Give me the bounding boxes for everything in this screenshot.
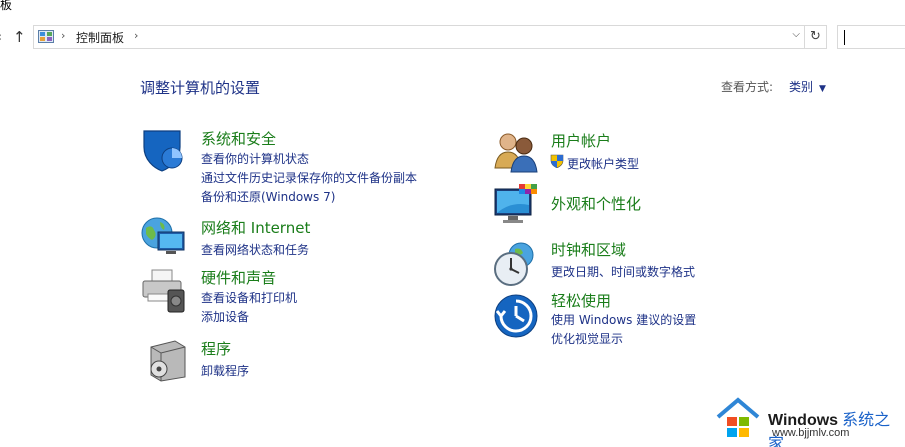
category-appearance[interactable]: 外观和个性化 [551,193,641,214]
shield-icon[interactable] [140,127,186,173]
category-clock-region[interactable]: 时钟和区域 [551,239,626,260]
category-hardware-sound[interactable]: 硬件和声音 [201,267,276,288]
category-network-internet[interactable]: 网络和 Internet [201,217,310,238]
view-by-value: 类别 [789,80,814,94]
up-arrow-icon[interactable]: ↑ [13,28,26,46]
breadcrumb-separator-icon[interactable]: › [134,29,138,42]
category-ease-of-access[interactable]: 轻松使用 [551,290,611,311]
link-view-computer-status[interactable]: 查看你的计算机状态 [201,150,309,167]
address-bar[interactable]: › 控制面板 › ⌵ [33,25,805,49]
chevron-down-icon[interactable]: ⌵ [792,29,800,40]
category-programs[interactable]: 程序 [201,338,231,359]
link-change-date-time-format[interactable]: 更改日期、时间或数字格式 [551,263,695,280]
monitor-palette-icon[interactable] [493,183,539,229]
printer-icon[interactable] [140,268,186,314]
link-add-device[interactable]: 添加设备 [201,308,249,325]
view-by-dropdown[interactable]: 类别 ▼ [789,78,826,95]
search-input[interactable] [837,25,905,49]
link-file-history[interactable]: 通过文件历史记录保存你的文件备份副本 [201,169,417,186]
ease-of-access-icon[interactable] [493,293,539,339]
programs-box-icon[interactable] [145,337,191,383]
house-windows-logo-icon [716,397,760,437]
link-uninstall-program[interactable]: 卸载程序 [201,362,249,379]
control-panel-icon [38,30,54,43]
text-caret [844,30,845,45]
link-change-account-type[interactable]: 更改帐户类型 [567,155,639,172]
uac-shield-icon [550,154,564,168]
watermark-url: www.bjjmlv.com [772,427,850,439]
link-network-status[interactable]: 查看网络状态和任务 [201,241,309,258]
window-title: 板 [0,0,13,12]
back-arrow-icon[interactable]: ‹ [0,30,2,45]
link-windows-recommended-settings[interactable]: 使用 Windows 建议的设置 [551,311,696,328]
page-title: 调整计算机的设置 [140,79,261,97]
refresh-icon[interactable]: ↻ [805,25,827,49]
link-optimize-visual-display[interactable]: 优化视觉显示 [551,330,623,347]
dropdown-arrow-icon: ▼ [819,84,826,94]
link-backup-restore[interactable]: 备份和还原(Windows 7) [201,188,335,205]
link-devices-printers[interactable]: 查看设备和打印机 [201,289,297,306]
users-icon[interactable] [493,128,539,174]
breadcrumb-separator-icon[interactable]: › [61,29,65,42]
view-by-label: 查看方式: [721,80,774,94]
category-user-accounts[interactable]: 用户帐户 [551,130,611,151]
clock-globe-icon[interactable] [493,241,539,287]
category-system-security[interactable]: 系统和安全 [201,128,276,149]
breadcrumb[interactable]: 控制面板 [76,29,124,46]
globe-network-icon[interactable] [140,214,186,260]
